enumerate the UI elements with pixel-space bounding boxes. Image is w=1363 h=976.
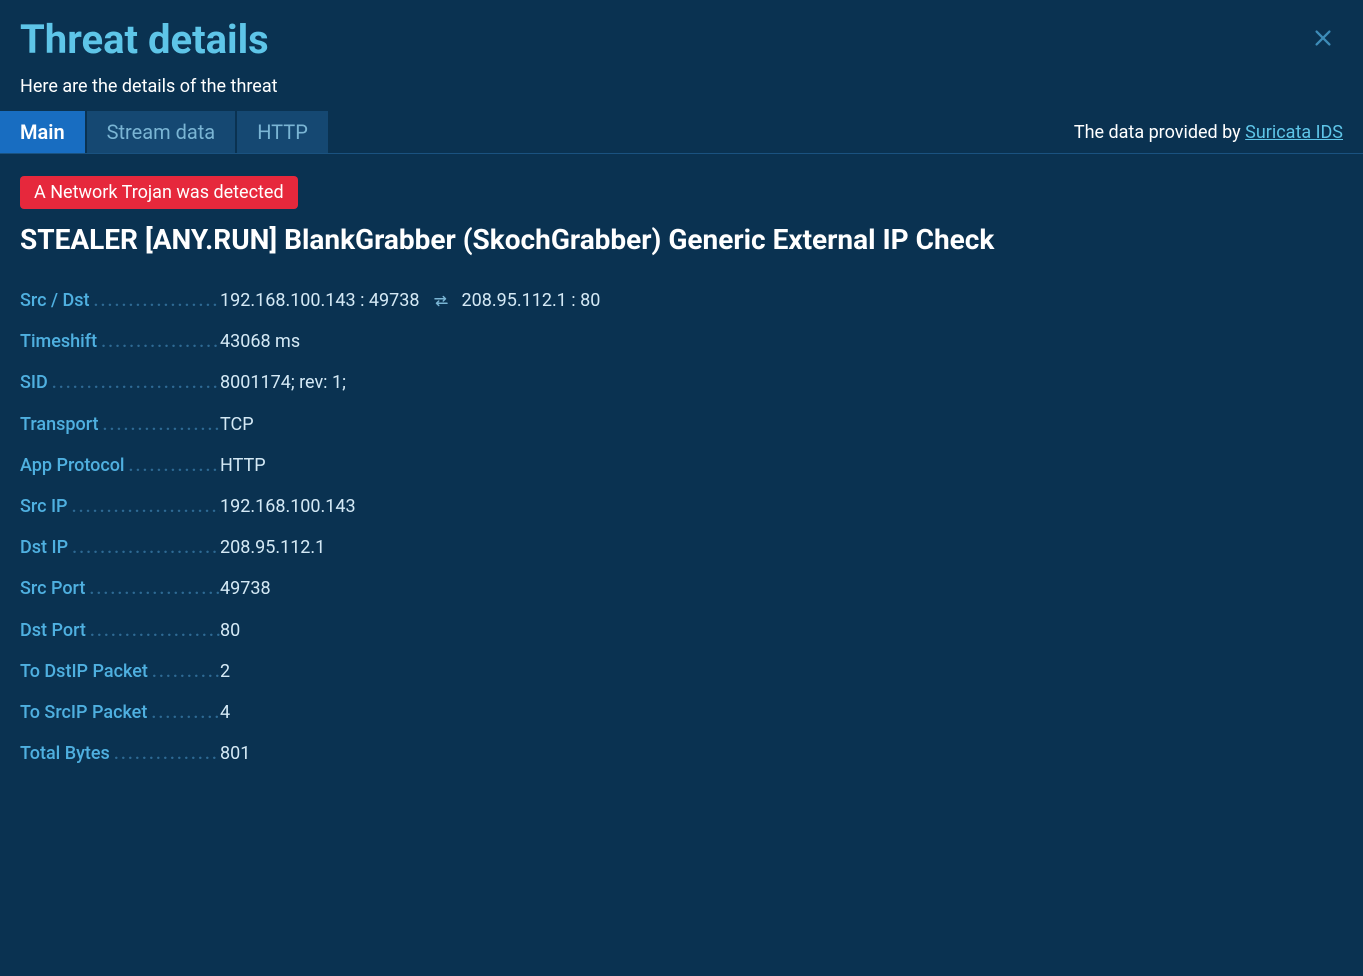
detail-label: Src IP xyxy=(20,494,220,519)
threat-name: STEALER [ANY.RUN] BlankGrabber (SkochGra… xyxy=(20,223,1343,256)
detail-label: Timeshift xyxy=(20,329,220,354)
src-address: 192.168.100.143 : 49738 xyxy=(220,288,420,313)
content-area: A Network Trojan was detected STEALER [A… xyxy=(0,154,1363,786)
detail-value: 192.168.100.143 xyxy=(220,494,356,519)
tabs-container: Main Stream data HTTP xyxy=(0,111,330,153)
detail-row-dst-port: Dst Port 80 xyxy=(20,618,1343,643)
detail-value: 43068 ms xyxy=(220,329,300,354)
detail-value: TCP xyxy=(220,412,254,437)
detail-value: 192.168.100.143 : 49738 208.95.112.1 : 8… xyxy=(220,288,600,313)
detail-row-app-protocol: App Protocol HTTP xyxy=(20,453,1343,478)
detail-value: 4 xyxy=(220,700,230,725)
detail-row-transport: Transport TCP xyxy=(20,412,1343,437)
page-title: Threat details xyxy=(20,18,1343,62)
tab-stream-data[interactable]: Stream data xyxy=(87,111,236,153)
detail-label: Dst IP xyxy=(20,535,220,560)
close-icon xyxy=(1312,27,1334,49)
detail-value: HTTP xyxy=(220,453,266,478)
detail-label: To SrcIP Packet xyxy=(20,700,220,725)
swap-icon xyxy=(432,292,450,310)
detail-row-timeshift: Timeshift 43068 ms xyxy=(20,329,1343,354)
detail-value: 49738 xyxy=(220,576,271,601)
detail-label: Src / Dst xyxy=(20,288,220,313)
threat-badge: A Network Trojan was detected xyxy=(20,176,298,209)
tab-main[interactable]: Main xyxy=(0,111,85,153)
detail-value: 801 xyxy=(220,741,250,766)
dialog-header: Threat details Here are the details of t… xyxy=(0,0,1363,111)
page-subtitle: Here are the details of the threat xyxy=(20,76,1343,97)
tabs-row: Main Stream data HTTP The data provided … xyxy=(0,111,1363,154)
detail-label: Src Port xyxy=(20,576,220,601)
detail-value: 8001174; rev: 1; xyxy=(220,370,346,395)
detail-value: 208.95.112.1 xyxy=(220,535,325,560)
detail-row-to-dstip-packet: To DstIP Packet 2 xyxy=(20,659,1343,684)
detail-label: To DstIP Packet xyxy=(20,659,220,684)
detail-label: Total Bytes xyxy=(20,741,220,766)
provider-prefix: The data provided by xyxy=(1074,122,1245,143)
provider-link[interactable]: Suricata IDS xyxy=(1245,122,1343,143)
detail-value: 80 xyxy=(220,618,240,643)
detail-row-src-dst: Src / Dst 192.168.100.143 : 49738 208.95… xyxy=(20,288,1343,313)
detail-row-total-bytes: Total Bytes 801 xyxy=(20,741,1343,766)
detail-label: Dst Port xyxy=(20,618,220,643)
close-button[interactable] xyxy=(1311,26,1335,50)
detail-label: Transport xyxy=(20,412,220,437)
detail-row-to-srcip-packet: To SrcIP Packet 4 xyxy=(20,700,1343,725)
details-table: Src / Dst 192.168.100.143 : 49738 208.95… xyxy=(20,288,1343,766)
tab-http[interactable]: HTTP xyxy=(237,111,328,153)
detail-row-src-ip: Src IP 192.168.100.143 xyxy=(20,494,1343,519)
detail-row-src-port: Src Port 49738 xyxy=(20,576,1343,601)
detail-label: App Protocol xyxy=(20,453,220,478)
detail-row-dst-ip: Dst IP 208.95.112.1 xyxy=(20,535,1343,560)
detail-label: SID xyxy=(20,370,220,395)
detail-row-sid: SID 8001174; rev: 1; xyxy=(20,370,1343,395)
provider-info: The data provided by Suricata IDS xyxy=(1074,122,1343,143)
dst-address: 208.95.112.1 : 80 xyxy=(462,288,601,313)
detail-value: 2 xyxy=(220,659,230,684)
